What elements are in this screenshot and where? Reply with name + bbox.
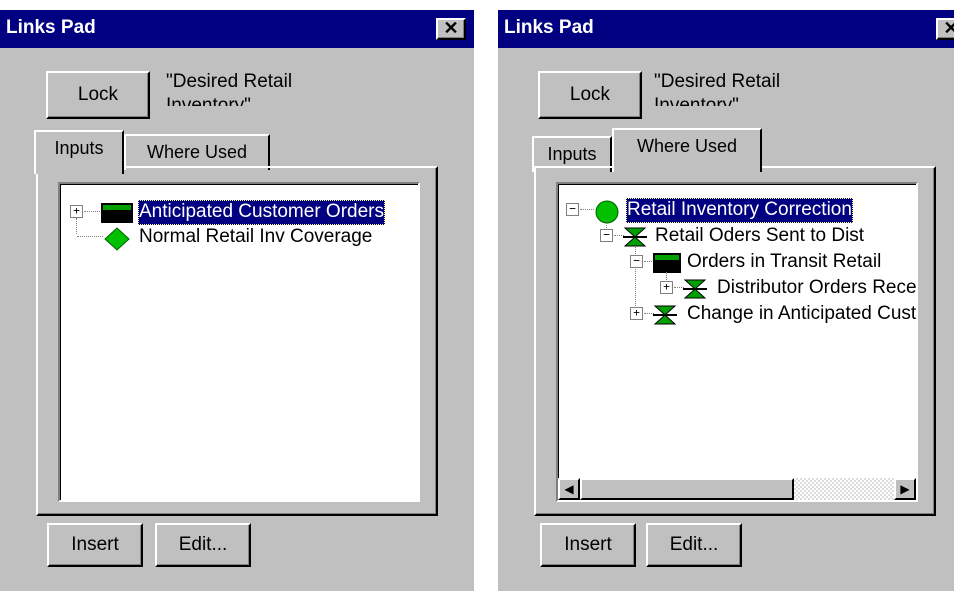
window-title: Links Pad: [6, 17, 96, 38]
collapse-icon[interactable]: −: [566, 203, 579, 216]
insert-button[interactable]: Insert: [540, 523, 636, 567]
stock-icon: [101, 203, 133, 223]
tree-item[interactable]: Normal Retail Inv Coverage: [60, 225, 418, 251]
scroll-thumb[interactable]: [580, 478, 794, 500]
selected-variable-label: "Desired Retail Inventory": [654, 71, 781, 106]
arrow-left-icon: ◀: [564, 482, 574, 496]
stock-icon: [653, 253, 681, 273]
tab-panel: + Anticipated Customer Orders Normal Ret…: [36, 166, 438, 516]
edit-button[interactable]: Edit...: [155, 523, 251, 567]
tab-where-used-label: Where Used: [146, 142, 248, 162]
selected-variable-label: "Desired Retail Inventory": [166, 71, 293, 106]
collapse-icon[interactable]: −: [630, 255, 643, 268]
window-title: Links Pad: [504, 17, 594, 38]
tree-item-label: Anticipated Customer Orders: [138, 200, 385, 225]
tree-item-label: Distributor Orders Received: [717, 277, 917, 298]
lock-button[interactable]: Lock: [46, 71, 150, 119]
scroll-left-button[interactable]: ◀: [558, 478, 580, 500]
insert-button[interactable]: Insert: [47, 523, 143, 567]
tree-item-label: Retail Inventory Correction: [626, 198, 853, 223]
tab-inputs[interactable]: Inputs: [34, 130, 124, 174]
arrow-right-icon: ▶: [900, 482, 910, 496]
horizontal-scrollbar[interactable]: ◀ ▶: [558, 478, 916, 500]
tree-item-label: Change in Anticipated Customer Orders: [687, 303, 917, 324]
close-button[interactable]: ✕: [936, 18, 954, 40]
close-icon: ✕: [943, 18, 954, 38]
tree-connector: [77, 236, 103, 237]
expand-icon[interactable]: +: [70, 205, 83, 218]
tree-connector: [84, 211, 100, 212]
scroll-right-button[interactable]: ▶: [894, 478, 916, 500]
tree-item[interactable]: − Retail Oders Sent to Dist: [558, 224, 916, 250]
expand-icon[interactable]: +: [660, 281, 673, 294]
tab-panel: − Retail Inventory Correction − Retail O…: [534, 166, 936, 516]
flow-icon: [683, 279, 707, 299]
tree-connector: [580, 209, 594, 210]
tree-item[interactable]: + Change in Anticipated Customer Orders: [558, 302, 917, 328]
links-pad-window-inputs: Links Pad ✕ Lock "Desired Retail Invento…: [0, 10, 474, 591]
collapse-icon[interactable]: −: [600, 229, 613, 242]
title-bar[interactable]: Links Pad ✕: [498, 10, 954, 48]
tree-view[interactable]: − Retail Inventory Correction − Retail O…: [556, 182, 918, 502]
close-button[interactable]: ✕: [436, 18, 466, 40]
close-icon: ✕: [443, 18, 459, 38]
tree-item-label: Orders in Transit Retail: [687, 251, 882, 272]
flow-icon: [653, 305, 677, 325]
converter-icon: [104, 227, 130, 251]
edit-button[interactable]: Edit...: [646, 523, 742, 567]
tab-inputs-label: Inputs: [54, 138, 104, 158]
tree-item[interactable]: + Anticipated Customer Orders: [60, 200, 418, 226]
links-pad-window-where-used: Links Pad ✕ Lock "Desired Retail Invento…: [498, 10, 954, 591]
tree-item-label: Retail Oders Sent to Dist: [655, 225, 865, 246]
tree-view[interactable]: + Anticipated Customer Orders Normal Ret…: [58, 182, 420, 502]
scroll-track[interactable]: [580, 478, 894, 500]
title-bar[interactable]: Links Pad ✕: [0, 10, 474, 48]
tree-item[interactable]: − Orders in Transit Retail: [558, 250, 916, 276]
tree-item[interactable]: − Retail Inventory Correction: [558, 198, 916, 224]
flow-icon: [623, 227, 647, 247]
auxiliary-icon: [595, 200, 619, 224]
tab-where-used[interactable]: Where Used: [612, 128, 762, 172]
lock-button[interactable]: Lock: [538, 71, 642, 119]
expand-icon[interactable]: +: [630, 307, 643, 320]
tab-where-used-label: Where Used: [636, 136, 738, 156]
tree-item-label: Normal Retail Inv Coverage: [139, 226, 373, 247]
tree-item[interactable]: + Distributor Orders Received: [558, 276, 917, 302]
tab-inputs-label: Inputs: [547, 144, 597, 164]
tab-where-used[interactable]: Where Used: [124, 134, 270, 170]
